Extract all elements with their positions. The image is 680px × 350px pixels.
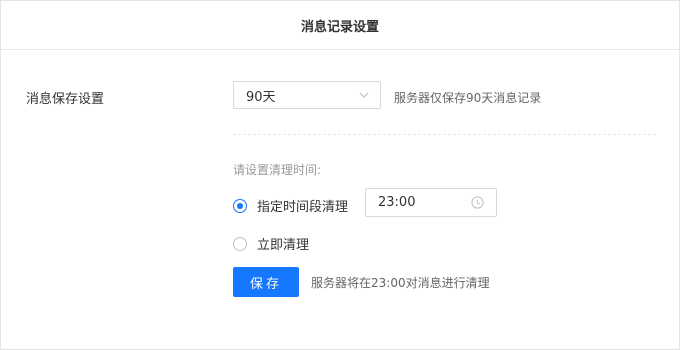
- radio-label-immediate: 立即清理: [257, 238, 310, 253]
- retention-selected-value: 90天: [246, 89, 276, 105]
- section-divider: [233, 134, 656, 135]
- message-record-settings-panel: 消息记录设置 消息保存设置 90天 服务器仅保存90天消息记录 请设置清理时间:…: [0, 0, 680, 350]
- retention-label: 消息保存设置: [26, 92, 105, 107]
- radio-immediate-cleanup[interactable]: 立即清理: [233, 234, 309, 253]
- radio-button-checked[interactable]: [233, 198, 247, 213]
- cleanup-time-input[interactable]: 23:00: [365, 188, 497, 217]
- retention-period-select[interactable]: 90天: [233, 81, 381, 109]
- save-note: 服务器将在23:00对消息进行清理: [311, 276, 490, 290]
- cleanup-time-prompt: 请设置清理时间:: [233, 163, 322, 177]
- clock-icon: [471, 196, 484, 209]
- cleanup-time-value: 23:00: [378, 195, 416, 210]
- chevron-down-icon: [358, 89, 370, 101]
- radio-label-scheduled: 指定时间段清理: [257, 200, 349, 215]
- radio-scheduled-cleanup[interactable]: 指定时间段清理: [233, 196, 348, 215]
- page-title: 消息记录设置: [300, 19, 379, 35]
- retention-hint: 服务器仅保存90天消息记录: [394, 91, 542, 105]
- radio-button-unchecked[interactable]: [233, 236, 247, 251]
- save-button[interactable]: 保存: [233, 267, 299, 297]
- panel-header: 消息记录设置: [1, 1, 679, 50]
